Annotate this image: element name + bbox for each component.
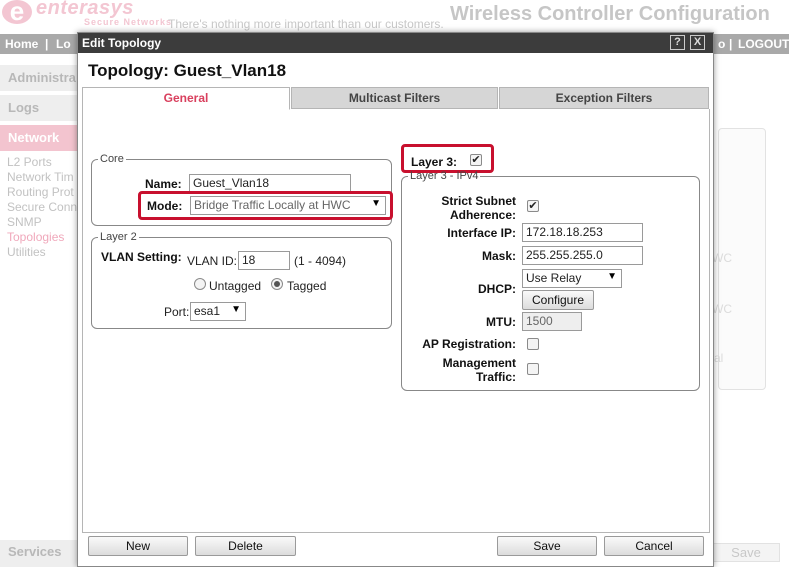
port-label: Port: [164,305,190,319]
configure-button[interactable]: Configure [522,290,594,310]
management-label: Management [442,356,516,370]
app-title: Wireless Controller Configuration [450,3,770,25]
nav-section-logs[interactable]: Logs [0,95,78,121]
chevron-down-icon: ▼ [371,198,381,209]
nav-logout-link[interactable]: LOGOUT [738,37,789,51]
mask-label: Mask: [481,249,516,263]
nav-item-snmp[interactable]: SNMP [7,215,42,229]
edit-topology-dialog: Edit Topology ? X Topology: Guest_Vlan18… [77,32,714,567]
brand-subtitle: Secure Networks [84,17,173,27]
nav-section-network[interactable]: Network [0,125,78,151]
tagline: There's nothing more important than our … [168,17,444,31]
vlan-setting-label: VLAN Setting: [101,250,182,264]
background-save-button[interactable]: Save [712,543,780,562]
interface-ip-field[interactable]: 172.18.18.253 [522,223,643,242]
tab-general[interactable]: General [82,87,290,110]
background-text-fragment: al [714,351,724,365]
nav-section-services[interactable]: Services [0,540,78,567]
nav-home-link[interactable]: Home [5,37,38,51]
chevron-down-icon: ▼ [607,271,617,282]
mtu-field[interactable]: 1500 [522,312,582,331]
nav-item-topologies[interactable]: Topologies [7,230,64,244]
untagged-label: Untagged [209,279,262,293]
tab-multicast-filters[interactable]: Multicast Filters [291,87,498,109]
new-button[interactable]: New [88,536,188,556]
save-button[interactable]: Save [497,536,597,556]
layer2-legend: Layer 2 [100,231,137,243]
strict-subnet-label: Strict Subnet [441,194,516,208]
port-select[interactable]: esa1 ▼ [190,302,246,321]
vlan-range-hint: (1 - 4094) [294,254,347,268]
core-legend: Core [100,153,124,165]
strict-subnet-checkbox[interactable]: ✔ [527,200,539,212]
app-header: e enterasys Secure Networks There's noth… [0,0,789,34]
port-select-value: esa1 [194,304,221,318]
interface-ip-label: Interface IP: [447,226,516,240]
delete-button[interactable]: Delete [195,536,296,556]
tagged-radio[interactable] [271,278,283,290]
nav-item-routing-protocols[interactable]: Routing Prot [7,185,74,199]
left-navigation: Administra Logs Network L2 Ports Network… [0,62,78,567]
general-tab-panel: Core Name: Guest_Vlan18 Mode: Bridge Tra… [82,109,710,533]
enterasys-logo-icon: e [2,0,32,24]
background-text-fragment: WC [712,251,732,265]
nav-item-utilities[interactable]: Utilities [7,245,46,259]
management-traffic-label: Traffic: [475,370,516,384]
tagged-label: Tagged [287,279,327,293]
nav-separator: | [729,37,733,51]
tab-bar: General Multicast Filters Exception Filt… [82,87,710,110]
vlan-id-label: VLAN ID: [187,254,238,268]
untagged-radio[interactable] [194,278,206,290]
dhcp-select[interactable]: Use Relay ▼ [522,269,622,288]
mode-label: Mode: [147,199,183,213]
dhcp-select-value: Use Relay [526,271,582,285]
help-icon[interactable]: ? [670,35,685,50]
nav-section-administration[interactable]: Administra [0,65,78,91]
cancel-button[interactable]: Cancel [604,536,704,556]
mode-select-value: Bridge Traffic Locally at HWC [194,198,351,212]
ap-registration-checkbox[interactable] [527,338,539,350]
nav-item-l2-ports[interactable]: L2 Ports [7,155,52,169]
nav-logs-link[interactable]: Lo [56,37,71,51]
name-label: Name: [145,177,182,191]
dialog-titlebar[interactable]: Edit Topology ? X [78,33,713,53]
ap-registration-label: AP Registration: [422,337,516,351]
mtu-label: MTU: [486,315,516,329]
layer3-checkbox[interactable]: ✔ [470,154,482,166]
mode-select[interactable]: Bridge Traffic Locally at HWC ▼ [190,196,386,215]
nav-item-network-time[interactable]: Network Tim [7,170,74,184]
nav-separator: | [45,37,49,51]
close-icon[interactable]: X [690,35,705,50]
nav-item-secure-connections[interactable]: Secure Conn [7,200,77,214]
management-traffic-checkbox[interactable] [527,363,539,375]
dhcp-label: DHCP: [478,282,516,296]
nav-fragment[interactable]: o [718,37,725,51]
tab-exception-filters[interactable]: Exception Filters [499,87,709,109]
background-text-fragment: WC [712,302,732,316]
vlan-id-field[interactable]: 18 [238,251,290,270]
topology-heading: Topology: Guest_Vlan18 [88,61,287,80]
layer3-label: Layer 3: [411,155,458,169]
mask-field[interactable]: 255.255.255.0 [522,246,643,265]
dialog-title: Edit Topology [82,36,162,50]
adherence-label: Adherence: [449,208,516,222]
layer3-ipv4-legend: Layer 3 - IPv4 [410,170,479,182]
chevron-down-icon: ▼ [231,304,241,315]
